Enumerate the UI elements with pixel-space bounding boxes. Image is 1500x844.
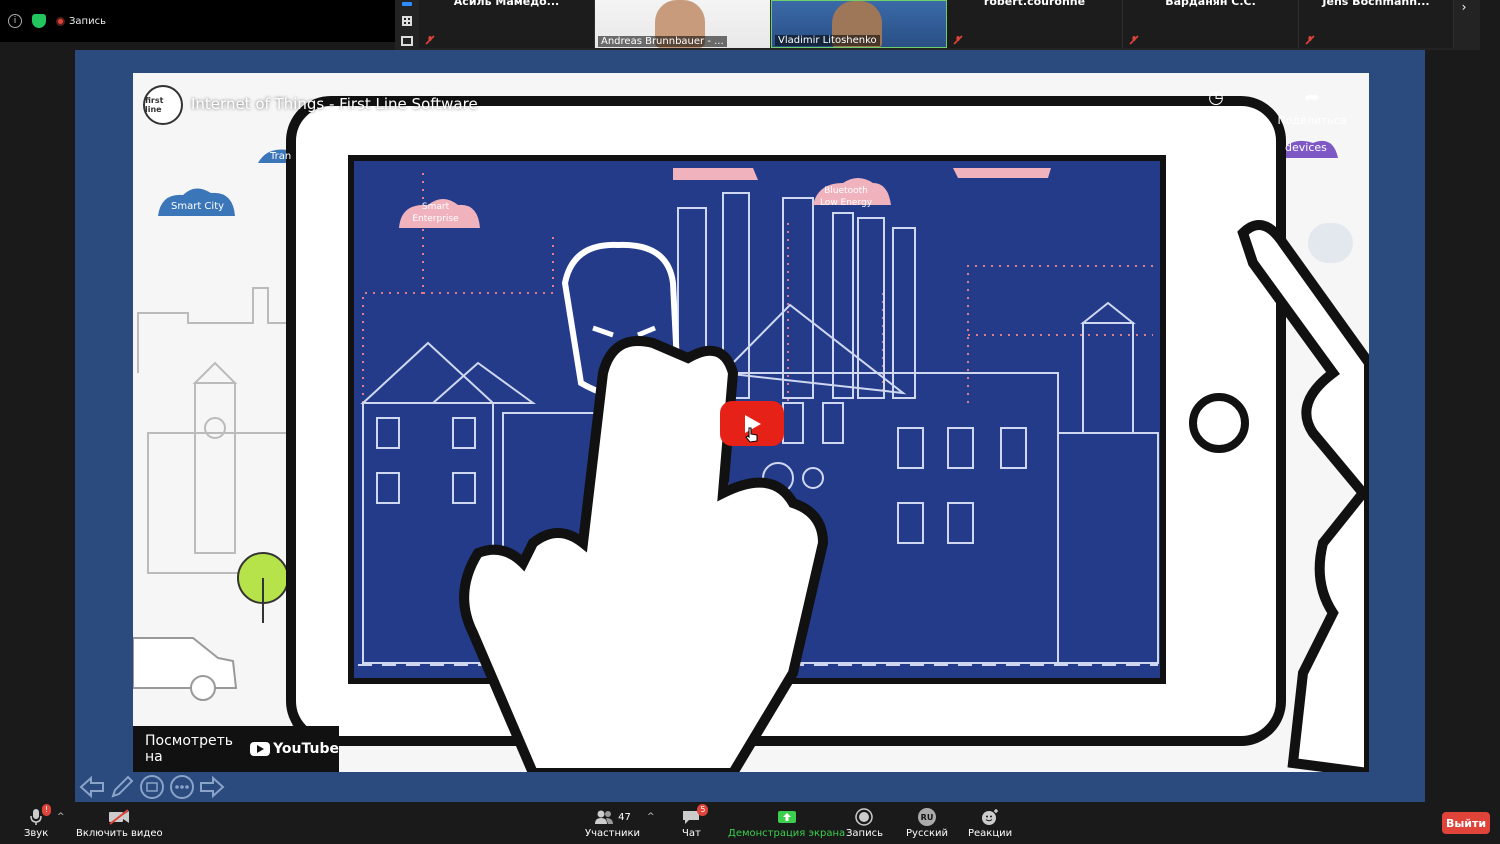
smiley-plus-icon [982, 809, 999, 825]
muted-mic-icon [1129, 35, 1139, 45]
participant-tile[interactable]: Варданян С.С. [1123, 0, 1299, 48]
chat-label: Чат [682, 828, 701, 839]
watch-later-label: Смотреть ... [1181, 114, 1251, 127]
meeting-controls-toolbar: ! Звук ^ Включить видео 47 Участники ^ 5… [0, 802, 1500, 844]
video-label: Включить видео [76, 828, 163, 839]
language-code-icon: RU [917, 808, 936, 826]
participant-name: Асиль Мамедо... [453, 0, 560, 8]
arrow-right-icon[interactable] [199, 774, 225, 800]
youtube-video-player[interactable]: Smart City Tran devices Smart Enterprise… [133, 73, 1369, 772]
next-page-chevron-icon[interactable]: › [1454, 0, 1474, 50]
audio-button[interactable]: ! Звук [24, 804, 52, 839]
participant-tile[interactable]: Асиль Мамедо... [419, 0, 595, 48]
meeting-info-bar: i Запись [0, 0, 395, 42]
audio-warning-badge: ! [41, 804, 52, 816]
bluetooth-label: Bluetooth Low Energy [819, 186, 873, 208]
hand-cursor-icon [745, 427, 758, 443]
pen-icon[interactable] [109, 774, 135, 800]
start-video-button[interactable]: Включить видео [76, 806, 163, 839]
reactions-label: Реакции [968, 828, 1013, 839]
info-icon[interactable]: i [8, 14, 22, 28]
clock-icon: ◷ [1208, 87, 1224, 108]
tran-label: Tran [270, 151, 292, 162]
share-button[interactable]: ➦ Поделиться [1271, 87, 1353, 127]
record-icon [855, 808, 874, 826]
layout-icon[interactable] [401, 36, 413, 46]
annotation-toolbar [75, 772, 225, 802]
participants-count: 47 [618, 811, 631, 823]
record-label: Запись [846, 828, 883, 839]
leave-meeting-button[interactable]: Выйти [1442, 812, 1490, 834]
security-shield-icon[interactable] [32, 14, 46, 28]
participants-strip: Асиль Мамедо... Andreas Brunnbauer - ...… [395, 0, 1480, 50]
audio-label: Звук [24, 828, 49, 839]
watch-on-youtube-button[interactable]: Посмотреть на YouTube [133, 726, 339, 772]
chat-button[interactable]: 5 Чат [682, 804, 709, 839]
recording-label: Запись [69, 15, 106, 27]
watch-later-button[interactable]: ◷ Смотреть ... [1181, 87, 1251, 127]
channel-logo[interactable]: first line [143, 85, 183, 125]
video-off-icon [109, 809, 130, 825]
stamp-icon[interactable] [139, 774, 165, 800]
devices-label: devices [1285, 141, 1327, 154]
watch-on-label: Посмотреть на [145, 733, 233, 765]
share-screen-label: Демонстрация экрана [728, 828, 846, 839]
more-options-icon[interactable] [169, 774, 195, 800]
recording-indicator[interactable]: Запись [56, 16, 106, 27]
smart-enterprise-label: Smart Enterprise [412, 202, 459, 224]
youtube-brand: YouTube [273, 741, 339, 757]
share-screen-button[interactable]: Демонстрация экрана [728, 806, 845, 839]
participant-tile[interactable]: robert.couronne [947, 0, 1123, 48]
chat-unread-badge: 5 [697, 804, 709, 816]
participants-icon [595, 810, 614, 824]
record-button[interactable]: Запись [846, 806, 883, 839]
muted-mic-icon [953, 35, 963, 45]
youtube-logo: YouTube [250, 741, 339, 757]
participant-name: Andreas Brunnbauer - ... [598, 36, 727, 47]
participant-name: Варданян С.С. [1165, 0, 1256, 8]
smart-city-label: Smart City [171, 201, 225, 212]
strip-view-icon[interactable] [402, 2, 412, 6]
participant-name: robert.couronne [983, 0, 1086, 8]
recording-dot-icon [56, 16, 65, 26]
youtube-play-icon [250, 742, 271, 756]
audio-options-caret-icon[interactable]: ^ [57, 812, 65, 822]
participants-button[interactable]: 47 Участники [585, 806, 640, 839]
participants-label: Участники [585, 828, 641, 839]
participants-options-caret-icon[interactable]: ^ [647, 812, 655, 822]
video-title[interactable]: Internet of Things - First Line Software [191, 95, 478, 113]
reactions-button[interactable]: Реакции [968, 806, 1012, 839]
muted-mic-icon [425, 35, 435, 45]
language-label: Русский [906, 828, 948, 839]
share-screen-icon [777, 811, 796, 823]
share-label: Поделиться [1277, 114, 1347, 127]
participant-tile-video[interactable]: Andreas Brunnbauer - ... [595, 0, 771, 48]
participant-name: Vladimir Litoshenko [775, 35, 880, 46]
grid-view-icon[interactable] [402, 16, 412, 26]
arrow-left-icon[interactable] [79, 774, 105, 800]
muted-mic-icon [1305, 35, 1315, 45]
participant-name: Jens Bochmann... [1322, 0, 1430, 8]
share-arrow-icon: ➦ [1304, 87, 1320, 108]
participant-tile[interactable]: Jens Bochmann... [1299, 0, 1454, 48]
participant-tile-video-active[interactable]: Vladimir Litoshenko [771, 0, 947, 48]
language-button[interactable]: RU Русский [906, 806, 948, 839]
strip-tools [395, 0, 419, 50]
